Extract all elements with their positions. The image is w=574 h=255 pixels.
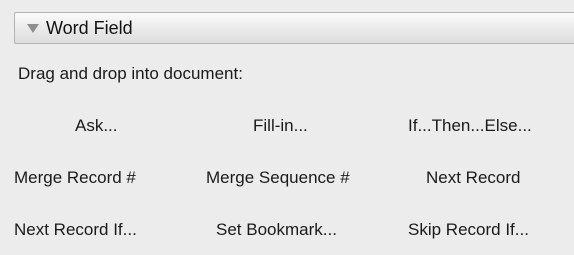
field-skip-record-if[interactable]: Skip Record If... <box>406 220 574 240</box>
word-field-section-header[interactable]: Word Field <box>14 12 574 44</box>
field-grid: Ask... Fill-in... If...Then...Else... Me… <box>0 100 574 255</box>
field-ask[interactable]: Ask... <box>0 116 203 136</box>
field-merge-record[interactable]: Merge Record # <box>0 168 203 188</box>
field-row: Next Record If... Set Bookmark... Skip R… <box>0 204 574 255</box>
field-next-record-if[interactable]: Next Record If... <box>0 220 203 240</box>
section-title: Word Field <box>46 17 133 38</box>
field-row: Merge Record # Merge Sequence # Next Rec… <box>0 152 574 204</box>
word-field-panel: Word Field Drag and drop into document: … <box>0 0 574 255</box>
field-merge-sequence[interactable]: Merge Sequence # <box>203 168 406 188</box>
field-next-record[interactable]: Next Record <box>406 168 574 188</box>
field-if-then-else[interactable]: If...Then...Else... <box>406 116 574 136</box>
field-fill-in[interactable]: Fill-in... <box>203 116 406 136</box>
field-set-bookmark[interactable]: Set Bookmark... <box>203 220 406 240</box>
field-row: Ask... Fill-in... If...Then...Else... <box>0 100 574 152</box>
disclosure-triangle-icon[interactable] <box>27 23 39 33</box>
instructions-label: Drag and drop into document: <box>18 64 243 83</box>
